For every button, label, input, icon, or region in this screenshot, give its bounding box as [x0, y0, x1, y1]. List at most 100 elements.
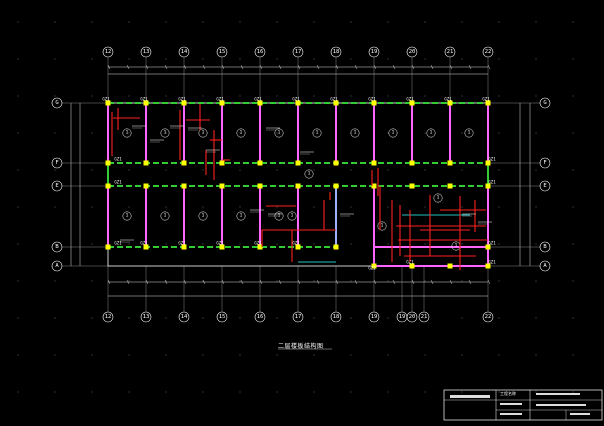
- grid-dot: [239, 243, 241, 245]
- grid-dot: [128, 21, 130, 23]
- axis-label-bottom: 19: [399, 314, 406, 320]
- axis-label-right: B: [543, 244, 547, 250]
- grid-dot: [17, 132, 19, 134]
- column-tag: GZ1: [216, 97, 224, 102]
- grid-dot: [17, 354, 19, 356]
- grid-dot: [17, 95, 19, 97]
- axis-label-right: G: [543, 100, 546, 106]
- axis-label-bottom: 14: [181, 314, 188, 320]
- grid-dot: [91, 317, 93, 319]
- grid-dot: [313, 280, 315, 282]
- grid-dot: [54, 354, 56, 356]
- grid-dot: [535, 169, 537, 171]
- grid-dot: [239, 317, 241, 319]
- grid-dot: [387, 58, 389, 60]
- axis-label-bottom: 12: [105, 314, 112, 320]
- column: [447, 183, 453, 189]
- grid-dot: [276, 354, 278, 356]
- grid-dot: [535, 58, 537, 60]
- grid-dot: [387, 280, 389, 282]
- slab-number: 1: [291, 213, 294, 219]
- axis-label-top: 20: [409, 49, 416, 55]
- axis-label-top: 22: [485, 49, 492, 55]
- grid-dot: [128, 169, 130, 171]
- grid-dot: [498, 132, 500, 134]
- grid-dot: [54, 391, 56, 393]
- grid-dot: [461, 169, 463, 171]
- title-block-fill: [500, 413, 522, 415]
- grid-dot: [54, 58, 56, 60]
- grid-dot: [535, 206, 537, 208]
- grid-dot: [535, 243, 537, 245]
- axis-label-top: 17: [295, 49, 302, 55]
- grid-dot: [350, 169, 352, 171]
- axis-label-top: 19: [371, 49, 378, 55]
- grid-dot: [387, 132, 389, 134]
- grid-dot: [54, 132, 56, 134]
- slab-number: 1: [240, 130, 243, 136]
- title-block-label: 工程名称: [500, 391, 516, 396]
- grid-dot: [313, 132, 315, 134]
- cad-canvas[interactable]: 12 13 14 15 16 17 18 19 20 21 22 12 13 14 15 16 17 18 19 19…: [0, 0, 604, 422]
- column-tag: GZ1: [114, 180, 122, 185]
- axis-label-left: E: [55, 183, 58, 189]
- grid-dot: [461, 280, 463, 282]
- grid-dot: [572, 58, 574, 60]
- grid-dot: [350, 391, 352, 393]
- grid-dot: [461, 243, 463, 245]
- grid-dot: [535, 317, 537, 319]
- slab-number: 1: [381, 223, 384, 229]
- grid-dot: [91, 95, 93, 97]
- grid-dot: [461, 58, 463, 60]
- axis-label-bottom: 15: [219, 314, 226, 320]
- grid-dot: [17, 58, 19, 60]
- grid-dot: [54, 280, 56, 282]
- slab-number: 1: [316, 130, 319, 136]
- grid-dot: [239, 280, 241, 282]
- grid-dot: [202, 169, 204, 171]
- grid-dot: [239, 95, 241, 97]
- grid-dot: [128, 317, 130, 319]
- grid-dot: [202, 206, 204, 208]
- grid-dot: [17, 21, 19, 23]
- column-tag: GZ1: [368, 266, 376, 271]
- column: [143, 183, 149, 189]
- column-tag: GZ1: [488, 180, 496, 185]
- axis-label-bottom: 21: [421, 314, 428, 320]
- grid-dot: [165, 391, 167, 393]
- grid-dot: [54, 95, 56, 97]
- axis-label-bottom: 16: [257, 314, 264, 320]
- column: [257, 160, 263, 166]
- grid-dot: [350, 280, 352, 282]
- axis-label-right: A: [543, 263, 547, 269]
- slab-number: 1: [468, 130, 471, 136]
- grid-dot: [461, 354, 463, 356]
- grid-dot: [91, 132, 93, 134]
- axis-label-left: G: [55, 100, 58, 106]
- column: [371, 160, 377, 166]
- column: [105, 160, 111, 166]
- grid-dot: [202, 58, 204, 60]
- column: [447, 263, 453, 269]
- column-tag: GZ1: [114, 157, 122, 162]
- grid-dot: [313, 58, 315, 60]
- grid-dot: [498, 317, 500, 319]
- grid-dot: [165, 21, 167, 23]
- column-tag: GZ1: [254, 97, 262, 102]
- slab-number: 1: [354, 130, 357, 136]
- grid-dot: [424, 391, 426, 393]
- column-tag: GZ1: [292, 241, 300, 246]
- grid-dot: [572, 354, 574, 356]
- drawing-title: 二层楼板结构图: [278, 343, 324, 350]
- grid-dot: [165, 317, 167, 319]
- column-tag: GZ1: [482, 97, 490, 102]
- grid-dot: [424, 21, 426, 23]
- grid-dot: [350, 206, 352, 208]
- grid-dot: [424, 132, 426, 134]
- grid-dot: [202, 391, 204, 393]
- axis-label-right: F: [543, 160, 546, 166]
- grid-dot: [17, 317, 19, 319]
- grid-dot: [498, 58, 500, 60]
- column: [257, 183, 263, 189]
- axis-label-top: 14: [181, 49, 188, 55]
